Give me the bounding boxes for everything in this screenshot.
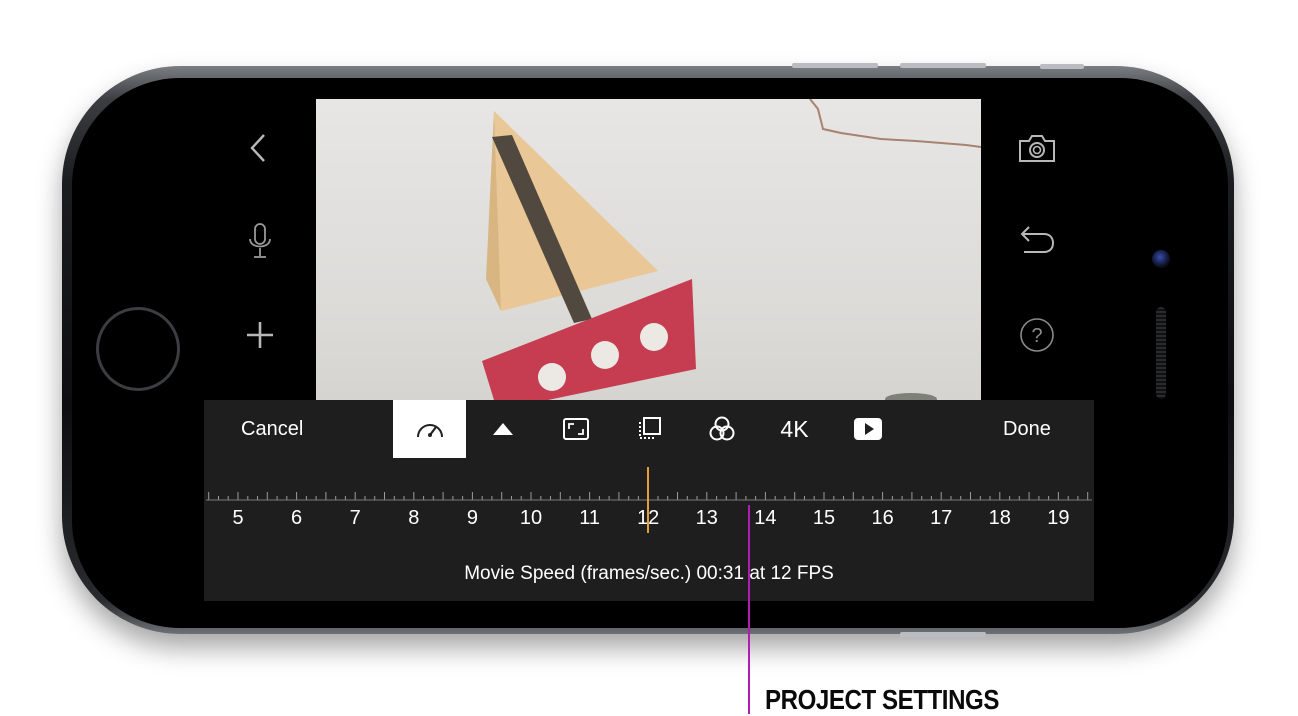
speedometer-icon [416, 424, 443, 438]
triangle-up-icon [492, 423, 513, 435]
back-button[interactable] [235, 123, 285, 173]
mute-switch [1040, 64, 1084, 69]
tab-speed[interactable] [393, 400, 466, 458]
undo-icon [1020, 226, 1055, 253]
camera-icon [1019, 135, 1055, 162]
help-button[interactable]: ? [1012, 310, 1062, 360]
ruler-label: 16 [871, 507, 894, 529]
add-button[interactable] [235, 310, 285, 360]
project-settings-panel: Cancel 4K Done 5 6 7 8 9 10 11 13 14 15 … [204, 400, 1094, 601]
app-screen: ? Cancel 4K Done 5 6 7 8 9 10 11 13 14 1… [204, 99, 1094, 601]
tab-resolution[interactable]: 4K [758, 400, 831, 458]
help-icon: ? [1020, 318, 1054, 352]
color-filters-icon [709, 416, 734, 441]
boat-frame-image [482, 99, 981, 400]
ruler-label: 5 [232, 507, 244, 529]
done-button[interactable]: Done [1003, 400, 1051, 458]
ruler-label: 8 [408, 507, 420, 529]
ruler-label: 18 [988, 507, 1011, 529]
ruler-label: 11 [579, 507, 600, 529]
youtube-play-icon [853, 418, 882, 440]
tab-overlay[interactable] [612, 400, 685, 458]
ruler-label: 6 [291, 507, 303, 529]
movie-speed-caption: Movie Speed (frames/sec.) 00:31 at 12 FP… [464, 563, 834, 584]
ruler-label: 19 [1047, 507, 1070, 529]
capture-button[interactable] [1012, 123, 1062, 173]
right-control-bar: ? [981, 99, 1094, 400]
ruler-label: 7 [349, 507, 361, 529]
left-control-bar [204, 99, 316, 400]
microphone-icon [249, 223, 271, 258]
ruler-label: 13 [695, 507, 718, 529]
ruler-label: 9 [466, 507, 478, 529]
undo-button[interactable] [1012, 216, 1062, 266]
front-camera [1152, 250, 1170, 268]
back-chevron-icon [250, 134, 265, 162]
earpiece-speaker [1156, 307, 1166, 399]
plus-icon [247, 322, 273, 348]
callout-label: PROJECT SETTINGS [765, 684, 999, 715]
ruler-label: 15 [812, 507, 836, 529]
tab-color-filters[interactable] [685, 400, 758, 458]
home-button [96, 307, 180, 391]
ruler-label: 14 [754, 507, 777, 529]
power-button [900, 632, 986, 637]
overlay-layers-icon [638, 417, 661, 439]
frame-preview [316, 99, 981, 400]
speed-playhead[interactable] [647, 467, 650, 533]
svg-text:?: ? [1031, 325, 1042, 347]
volume-button [792, 63, 878, 68]
volume-button [900, 63, 986, 68]
tab-theme[interactable] [466, 400, 539, 458]
aspect-frame-icon [562, 418, 589, 440]
ruler-label: 10 [519, 507, 543, 529]
tab-export[interactable] [831, 400, 904, 458]
ruler-label: 17 [930, 507, 953, 529]
record-audio-button[interactable] [235, 216, 285, 266]
cancel-button[interactable]: Cancel [241, 400, 303, 458]
callout-line [748, 505, 750, 714]
tab-aspect-ratio[interactable] [539, 400, 612, 458]
